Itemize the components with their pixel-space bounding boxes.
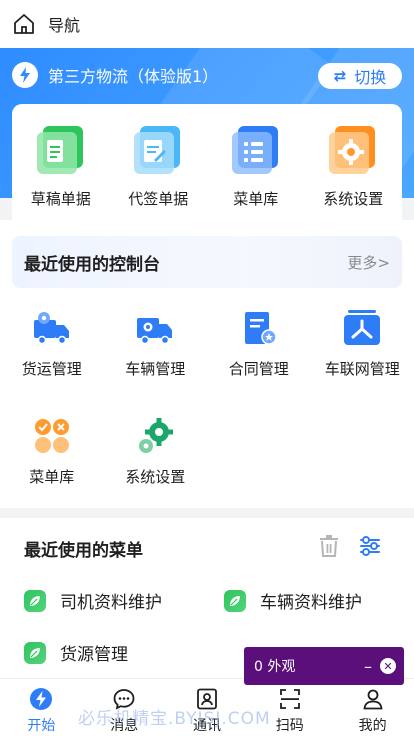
- vehicle-network-icon: [344, 310, 381, 345]
- trash-icon[interactable]: [318, 534, 340, 558]
- tab-label: 我的: [358, 718, 387, 734]
- leaf-icon: [24, 589, 46, 612]
- shortcut-settings[interactable]: 系统设置: [305, 104, 403, 220]
- switch-org-button[interactable]: ⇄ 切换: [318, 63, 402, 89]
- top-nav-bar: 导航: [0, 0, 414, 48]
- shortcut-menu-library[interactable]: 菜单库: [207, 104, 305, 220]
- menu-item-label: 车辆资料维护: [260, 593, 362, 613]
- console-label: 合同管理: [228, 360, 289, 378]
- gear-icon: [139, 418, 174, 453]
- shortcut-label: 草稿单据: [30, 190, 91, 208]
- console-label: 车联网管理: [324, 360, 400, 378]
- page-title: 导航: [48, 16, 81, 35]
- tab-label: 消息: [110, 718, 139, 734]
- close-icon[interactable]: ✕: [380, 658, 396, 674]
- org-logo-icon: [12, 62, 38, 88]
- menu-item-label: 货源管理: [60, 645, 128, 665]
- leaf-icon: [24, 641, 46, 664]
- contacts-icon: [194, 686, 220, 712]
- console-item-vehicle[interactable]: 车辆管理: [104, 300, 208, 408]
- tab-profile[interactable]: 我的: [331, 679, 414, 736]
- message-icon: [111, 686, 137, 712]
- recent-console-header: 最近使用的控制台 更多>: [12, 236, 402, 288]
- tab-label: 扫码: [275, 718, 304, 734]
- shortcut-label: 代签单据: [128, 190, 189, 208]
- profile-icon: [360, 686, 386, 712]
- minimize-button[interactable]: –: [364, 657, 372, 676]
- switch-arrows-icon: ⇄: [333, 67, 347, 85]
- switch-label: 切换: [354, 68, 387, 87]
- shortcut-proxy-sign[interactable]: 代签单据: [110, 104, 208, 220]
- console-grid: 货运管理 车辆管理 合同管理 车联网管理 菜单库 系统设置: [0, 300, 414, 516]
- menu-item-driver-info[interactable]: 司机资料维护: [24, 588, 162, 613]
- contract-icon: [244, 312, 277, 345]
- shortcut-drafts[interactable]: 草稿单据: [12, 104, 110, 220]
- menu-item-cargo-source[interactable]: 货源管理: [24, 640, 128, 665]
- home-icon[interactable]: [12, 12, 36, 36]
- tab-label: 通讯: [192, 718, 221, 734]
- draft-document-icon: [36, 126, 83, 174]
- menu-library-icon: [231, 126, 278, 174]
- console-item-settings[interactable]: 系统设置: [104, 408, 208, 516]
- leaf-icon: [224, 589, 246, 612]
- menu-item-label: 司机资料维护: [60, 593, 162, 613]
- appearance-widget-label: 0 外观: [254, 659, 296, 675]
- console-label: 车辆管理: [125, 360, 186, 378]
- more-link[interactable]: 更多>: [347, 252, 390, 273]
- console-item-menu-library[interactable]: 菜单库: [0, 408, 104, 516]
- scan-icon: [277, 686, 303, 712]
- console-item-contract[interactable]: 合同管理: [207, 300, 311, 408]
- section-title: 最近使用的菜单: [24, 541, 143, 561]
- bottom-tab-bar: 开始 消息 通讯 扫码 我的: [0, 678, 414, 736]
- section-title: 最近使用的控制台: [24, 254, 160, 275]
- console-label: 系统设置: [125, 468, 186, 486]
- start-icon: [28, 686, 54, 712]
- console-label: 菜单库: [29, 468, 75, 486]
- tab-scan[interactable]: 扫码: [248, 679, 331, 736]
- console-item-iov[interactable]: 车联网管理: [311, 300, 414, 408]
- menu-library-icon: [34, 419, 69, 453]
- console-item-freight[interactable]: 货运管理: [0, 300, 104, 408]
- tab-contacts[interactable]: 通讯: [166, 679, 249, 736]
- tab-start[interactable]: 开始: [0, 679, 83, 736]
- menu-item-vehicle-info[interactable]: 车辆资料维护: [224, 588, 362, 613]
- appearance-float-widget[interactable]: 0 外观 – ✕: [244, 647, 404, 685]
- proxy-sign-document-icon: [134, 126, 181, 174]
- vehicle-truck-icon: [137, 318, 173, 345]
- recent-console-section: 最近使用的控制台 更多> 货运管理 车辆管理 合同管理 车联网管理 菜单库 系统…: [0, 220, 414, 508]
- shortcut-label: 系统设置: [323, 190, 384, 208]
- shortcut-card: 草稿单据 代签单据 菜单库 系统设置: [12, 104, 402, 220]
- tab-label: 开始: [27, 718, 56, 734]
- org-info: 第三方物流（体验版1）: [12, 62, 218, 88]
- freight-truck-icon: [33, 312, 69, 345]
- filter-settings-icon[interactable]: [358, 534, 382, 558]
- tab-messages[interactable]: 消息: [83, 679, 166, 736]
- settings-icon: [329, 126, 376, 174]
- shortcut-label: 菜单库: [233, 190, 279, 208]
- org-name: 第三方物流（体验版1）: [48, 67, 219, 86]
- console-label: 货运管理: [21, 360, 82, 378]
